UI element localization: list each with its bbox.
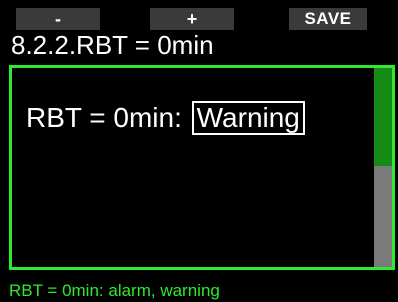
page-title: 8.2.2.RBT = 0min: [11, 30, 214, 60]
status-text: RBT = 0min: alarm, warning: [9, 281, 220, 300]
rbt-setting-value[interactable]: Warning: [191, 101, 305, 135]
save-softkey[interactable]: SAVE: [289, 8, 367, 30]
rbt-setting-row[interactable]: RBT = 0min: Warning: [26, 100, 305, 136]
rbt-setting-label: RBT = 0min:: [26, 102, 182, 133]
scrollbar-track[interactable]: [374, 68, 392, 267]
plus-softkey[interactable]: +: [150, 8, 234, 30]
minus-softkey[interactable]: -: [16, 8, 100, 30]
settings-panel: RBT = 0min: Warning: [9, 65, 395, 270]
scrollbar-thumb[interactable]: [374, 68, 392, 166]
